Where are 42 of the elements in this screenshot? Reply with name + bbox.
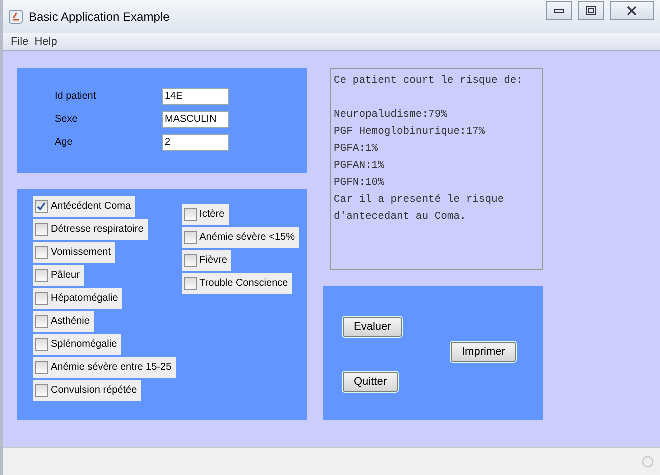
symptom-checkbox[interactable]: Vomissement: [33, 242, 116, 263]
field-label: Age: [55, 137, 74, 148]
evaluate-button[interactable]: Evaluer: [343, 317, 402, 337]
input-field[interactable]: MASCULIN: [162, 111, 229, 128]
window-title: Basic Application Example: [29, 10, 171, 24]
app-icon: [9, 10, 23, 24]
symptom-checkbox[interactable]: Hépatomégalie: [33, 288, 122, 309]
symptom-checkbox[interactable]: Splénomégalie: [33, 334, 122, 355]
symptom-checkbox[interactable]: Pâleur: [33, 265, 84, 286]
input-field[interactable]: 2: [162, 134, 229, 151]
result-line: d'antecedant au Coma.: [334, 210, 468, 225]
maximize-button[interactable]: [578, 1, 604, 20]
quit-button[interactable]: Quitter: [343, 372, 398, 392]
symptom-checkbox[interactable]: Convulsion répétée: [33, 380, 142, 401]
result-heading: Ce patient court le risque de:: [334, 74, 524, 89]
menu-item[interactable]: File: [11, 36, 29, 48]
symptom-checkbox[interactable]: Trouble Conscience: [182, 273, 292, 294]
result-line: PGF Hemoglobinurique:17%: [334, 125, 486, 140]
input-field[interactable]: 14E: [162, 88, 229, 105]
result-line: PGFA:1%: [334, 142, 380, 157]
field-label: Sexe: [55, 114, 79, 125]
minimize-button[interactable]: [546, 1, 572, 20]
close-icon: [627, 6, 637, 16]
result-line: PGFN:10%: [334, 176, 386, 191]
field-label: Id patient: [55, 91, 98, 102]
symptom-checkbox[interactable]: Anémie sévère entre 15-25: [33, 357, 176, 378]
result-line: Neuropaludisme:79%: [334, 108, 448, 123]
symptom-checkbox[interactable]: Ictère: [182, 204, 229, 225]
result-line: PGFAN:1%: [334, 159, 386, 174]
result-line: Car il a presenté le risque: [334, 193, 506, 208]
symptom-checkbox[interactable]: Anémie sévère <15%: [182, 227, 299, 248]
symptom-checkbox[interactable]: Asthénie: [33, 311, 94, 332]
close-button[interactable]: [610, 1, 654, 20]
print-button[interactable]: Imprimer: [451, 342, 516, 362]
minimize-icon: [554, 8, 564, 12]
check-icon: [37, 202, 46, 211]
symptom-checkbox[interactable]: Détresse respiratoire: [33, 219, 148, 240]
maximize-icon: [586, 6, 596, 15]
symptom-checkbox[interactable]: Fièvre: [182, 250, 232, 271]
symptom-checkbox[interactable]: Antécédent Coma: [33, 196, 136, 217]
busy-icon: [642, 456, 654, 468]
menu-item[interactable]: Help: [34, 36, 58, 48]
